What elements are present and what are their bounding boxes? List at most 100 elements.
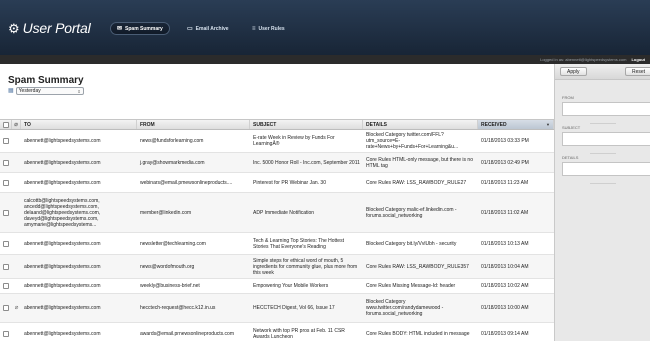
received-cell: 01/18/2013 02:49 PM <box>481 159 529 166</box>
reset-button[interactable]: Reset <box>625 67 650 76</box>
select-all-checkbox-cell[interactable] <box>0 120 12 129</box>
attachment-column-header[interactable]: ⌀ <box>12 120 21 129</box>
date-filter-select[interactable]: Yesterday ⇕ <box>15 87 84 95</box>
from-cell: hecctech-request@hecc.k12.in.us <box>140 305 216 311</box>
select-arrows-icon: ⇕ <box>77 88 81 94</box>
table-row[interactable]: abennett@lightspeedsystems.com webinars@… <box>0 173 554 193</box>
details-cell: Blocked Category malic-ef.linkedin.com -… <box>366 206 457 219</box>
gear-icon: ⚙ <box>8 20 20 36</box>
to-cell: abennett@lightspeedsystems.com <box>24 263 101 270</box>
row-checkbox-cell[interactable] <box>0 159 12 166</box>
table-row[interactable]: abennett@lightspeedsystems.com newslette… <box>0 233 554 255</box>
details-cell: Core Rules HTML-only message, but there … <box>366 156 473 169</box>
row-checkbox-cell[interactable] <box>0 330 12 337</box>
received-cell: 01/18/2013 10:04 AM <box>481 263 529 270</box>
subject-cell: Network with top PR pros at Feb. 11 CSR … <box>253 327 345 340</box>
details-cell: Blocked Category bit.ly/VvlUbh - securit… <box>366 240 457 247</box>
table-row[interactable]: abennett@lightspeedsystems.com news@word… <box>0 255 554 279</box>
logout-link[interactable]: Logout <box>631 57 645 62</box>
received-cell: 01/18/2013 10:00 AM <box>481 305 529 311</box>
details-filter-input[interactable] <box>562 162 650 176</box>
divider <box>590 183 616 184</box>
table-row[interactable]: abennett@lightspeedsystems.com news@fund… <box>0 130 554 153</box>
sort-descending-icon: ▼ <box>546 122 550 127</box>
from-cell: news@fundsforlearning.com <box>140 138 204 144</box>
to-cell: calcottb@lightspeedsystems.com, ancedd@l… <box>24 197 101 228</box>
to-cell: abennett@lightspeedsystems.com <box>24 179 101 186</box>
row-checkbox[interactable] <box>3 138 9 144</box>
row-checkbox[interactable] <box>3 179 9 186</box>
row-checkbox[interactable] <box>3 240 9 247</box>
row-checkbox-cell[interactable] <box>0 240 12 247</box>
row-checkbox[interactable] <box>3 283 9 289</box>
row-checkbox[interactable] <box>3 263 9 270</box>
select-all-checkbox[interactable] <box>2 121 9 128</box>
to-cell: abennett@lightspeedsystems.com <box>24 138 101 144</box>
row-checkbox[interactable] <box>3 159 9 166</box>
page-title: Spam Summary <box>8 75 84 86</box>
column-header-received[interactable]: RECEIVED ▼ <box>478 120 554 129</box>
subject-cell: E-rate Week in Review by Funds For Learn… <box>253 135 335 147</box>
received-cell: 01/18/2013 03:33 PM <box>481 138 529 144</box>
tab-label: Spam Summary <box>125 25 163 32</box>
row-checkbox[interactable] <box>3 209 9 216</box>
table-header: ⌀ TO FROM SUBJECT DETAILS RECEIVED ▼ <box>0 119 554 130</box>
divider <box>590 123 616 124</box>
to-cell: abennett@lightspeedsystems.com <box>24 240 101 247</box>
table-row[interactable]: abennett@lightspeedsystems.com awards@em… <box>0 323 554 341</box>
row-checkbox-cell[interactable] <box>0 305 12 311</box>
row-checkbox-cell[interactable] <box>0 179 12 186</box>
table-row[interactable]: abennett@lightspeedsystems.com weekly@bu… <box>0 279 554 294</box>
table-row[interactable]: calcottb@lightspeedsystems.com, ancedd@l… <box>0 193 554 233</box>
subject-cell: Inc. 5000 Honor Roll - Inc.com, Septembe… <box>253 159 360 166</box>
column-header-subject[interactable]: SUBJECT <box>250 120 363 129</box>
filter-panel: Apply Reset FROM SUBJECT DETAILS <box>554 64 650 341</box>
details-cell: Blocked Category www.twitter.com/randyda… <box>366 299 444 317</box>
row-checkbox-cell[interactable] <box>0 263 12 270</box>
to-cell: abennett@lightspeedsystems.com <box>24 283 101 289</box>
column-header-received-label: RECEIVED <box>481 121 507 128</box>
from-cell: newsletter@techlearning.com <box>140 240 206 247</box>
column-header-details[interactable]: DETAILS <box>363 120 478 129</box>
tab-label: User Rules <box>258 25 285 32</box>
subject-cell: Pinterest for PR Webinar Jan. 30 <box>253 179 326 186</box>
subject-filter-label: SUBJECT <box>562 125 581 130</box>
from-filter-label: FROM <box>562 95 574 100</box>
row-checkbox-cell[interactable] <box>0 209 12 216</box>
filter-button-bar: Apply Reset <box>555 64 650 80</box>
column-header-to[interactable]: TO <box>21 120 137 129</box>
from-cell: awards@email.prnewsonlineproducts.com <box>140 330 235 337</box>
received-cell: 01/18/2013 09:14 AM <box>481 330 529 337</box>
subject-cell: Empowering Your Mobile Workers <box>253 283 329 289</box>
row-checkbox-cell[interactable] <box>0 138 12 144</box>
envelope-icon: ✉ <box>117 25 123 32</box>
tray-icon: ▭ <box>187 25 193 32</box>
table-row[interactable]: ⌀ abennett@lightspeedsystems.com hecctec… <box>0 294 554 323</box>
attachment-cell: ⌀ <box>12 305 21 311</box>
details-cell: Core Rules BODY: HTML included in messag… <box>366 330 470 337</box>
row-checkbox[interactable] <box>3 305 9 311</box>
row-checkbox[interactable] <box>3 330 9 337</box>
column-header-from[interactable]: FROM <box>137 120 250 129</box>
row-checkbox-cell[interactable] <box>0 283 12 289</box>
table-row[interactable]: abennett@lightspeedsystems.com j.gray@sh… <box>0 153 554 173</box>
tab-user-rules[interactable]: ≡ User Rules <box>245 22 292 35</box>
spam-table: ⌀ TO FROM SUBJECT DETAILS RECEIVED ▼ abe… <box>0 119 554 341</box>
received-cell: 01/18/2013 11:23 AM <box>481 179 529 186</box>
brand-logo[interactable]: ⚙ User Portal <box>8 19 91 37</box>
apply-button[interactable]: Apply <box>560 67 587 76</box>
subject-cell: HECCTECH Digest, Vol 66, Issue 17 <box>253 305 335 311</box>
table-body: abennett@lightspeedsystems.com news@fund… <box>0 130 554 341</box>
received-cell: 01/18/2013 10:13 AM <box>481 240 529 247</box>
from-cell: member@linkedin.com <box>140 209 192 216</box>
details-cell: Core Rules RAW: LSS_RAWBODY_RULE27 <box>366 179 467 186</box>
calendar-icon: ▦ <box>8 88 14 94</box>
paperclip-icon: ⌀ <box>14 122 18 128</box>
tab-spam-summary[interactable]: ✉ Spam Summary <box>110 22 170 35</box>
subject-cell: Simple steps for ethical word of mouth, … <box>253 257 358 276</box>
subject-filter-input[interactable] <box>562 132 650 146</box>
from-filter-input[interactable] <box>562 102 650 116</box>
tab-label: Email Archive <box>195 25 229 32</box>
date-filter: ▦ Yesterday ⇕ <box>8 87 84 95</box>
tab-email-archive[interactable]: ▭ Email Archive <box>180 22 236 35</box>
